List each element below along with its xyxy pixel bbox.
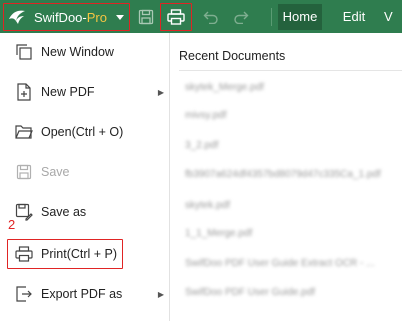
menu-item-save[interactable]: Save	[0, 156, 170, 188]
menu-item-label: Save	[41, 165, 70, 179]
recent-document-item[interactable]: SwifDoo PDF User Guide Extract OCR - ...	[185, 258, 375, 269]
new-window-icon	[14, 42, 34, 62]
recent-document-item[interactable]: 1_1_Merge.pdf	[185, 228, 252, 239]
recent-documents-panel: Recent Documents skytek_Merge.pdf mivsy.…	[171, 33, 402, 321]
submenu-arrow-icon: ▶	[157, 289, 164, 299]
menu-item-label: Save as	[41, 205, 87, 219]
save-as-icon	[14, 202, 34, 222]
menu-item-export-pdf[interactable]: Export PDF as ▶	[0, 278, 170, 310]
toolbar-separator	[271, 8, 272, 26]
recent-divider	[179, 70, 402, 71]
new-pdf-icon	[14, 82, 34, 102]
recent-documents-title: Recent Documents	[179, 49, 286, 63]
save-icon[interactable]	[134, 5, 158, 29]
top-toolbar: SwifDoo- Pro Home Edit V	[0, 0, 402, 33]
export-icon	[14, 284, 34, 304]
undo-icon[interactable]	[199, 5, 223, 29]
folder-icon	[14, 122, 34, 142]
highlight-app-menu	[3, 3, 130, 31]
recent-document-item[interactable]: skytek_Merge.pdf	[185, 82, 264, 93]
menu-item-label: Open(Ctrl + O)	[41, 125, 124, 139]
redo-icon[interactable]	[229, 5, 253, 29]
menu-item-new-window[interactable]: New Window	[0, 36, 170, 68]
save-icon	[14, 162, 34, 182]
menu-item-open[interactable]: Open(Ctrl + O)	[0, 116, 170, 148]
menu-item-label: New PDF	[41, 85, 95, 99]
menu-item-label: New Window	[41, 45, 114, 59]
recent-document-item[interactable]: fb3907a624df4357bd8079d47c335Ca_1.pdf	[185, 169, 381, 180]
submenu-arrow-icon: ▶	[157, 87, 164, 97]
highlight-print-menu-item	[7, 239, 123, 269]
menu-item-new-pdf[interactable]: New PDF ▶	[0, 76, 170, 108]
tab-edit[interactable]: Edit	[333, 4, 375, 30]
callout-2: 2	[8, 217, 16, 232]
tab-home[interactable]: Home	[278, 4, 322, 30]
menu-item-save-as[interactable]: Save as	[0, 196, 170, 228]
menu-item-label: Export PDF as	[41, 287, 123, 301]
recent-document-item[interactable]: SwifDoo PDF User Guide.pdf	[185, 287, 315, 298]
file-menu: New Window New PDF ▶ Open(Ctrl + O) Save	[0, 33, 170, 321]
recent-document-item[interactable]: mivsy.pdf	[185, 110, 227, 121]
recent-document-item[interactable]: skytek.pdf	[185, 200, 230, 211]
highlight-print-button	[160, 3, 192, 31]
recent-document-item[interactable]: 3_2.pdf	[185, 140, 218, 151]
tab-view[interactable]: V	[384, 4, 402, 30]
